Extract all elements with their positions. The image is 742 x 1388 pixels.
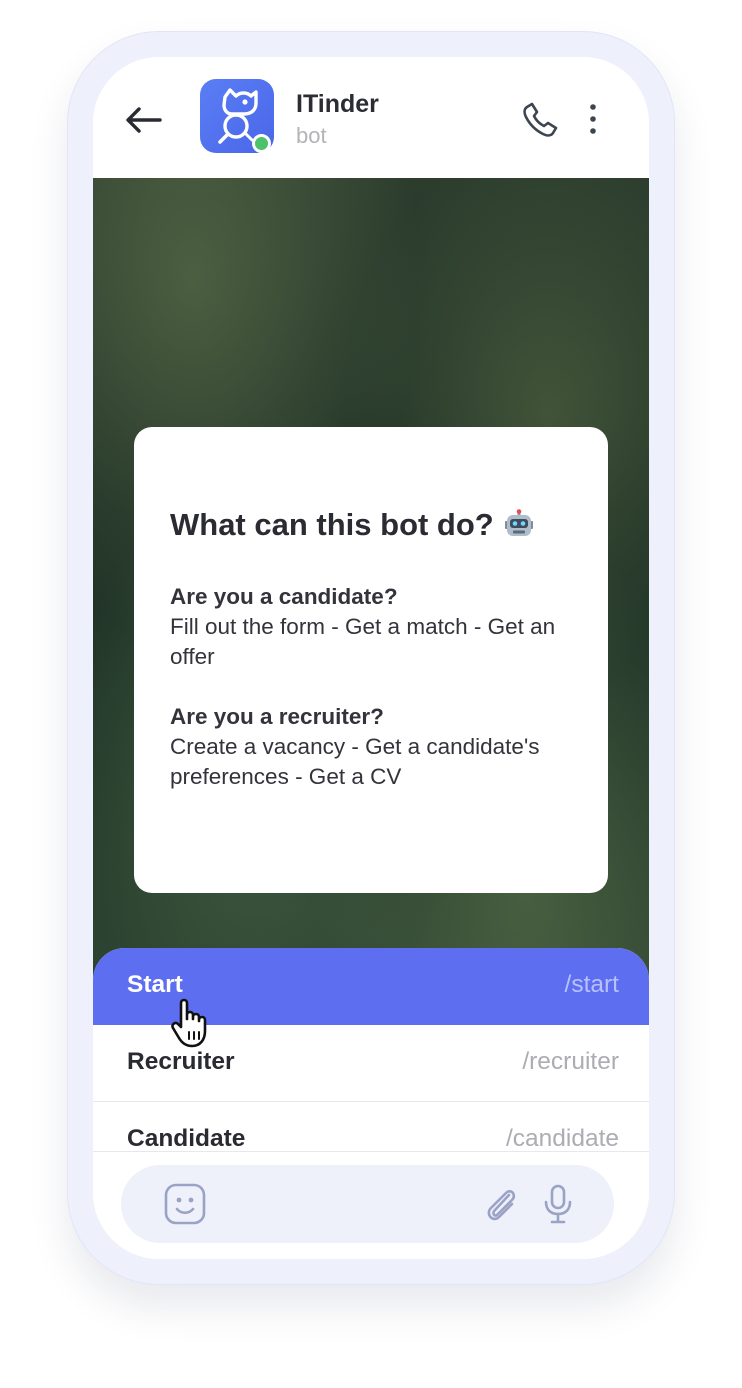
card-title-text: What can this bot do?: [170, 507, 494, 542]
paperclip-icon[interactable]: [481, 1183, 521, 1225]
candidate-heading: Are you a candidate?: [170, 584, 398, 609]
command-label: Recruiter: [127, 1048, 235, 1075]
command-slash: /start: [564, 971, 619, 998]
smiley-icon[interactable]: [163, 1182, 207, 1226]
chat-title: ITinder: [296, 90, 379, 118]
bot-info-card: What can this bot do? Are you a candidat…: [134, 427, 608, 893]
recruiter-text: Create a vacancy - Get a candidate's pre…: [170, 734, 540, 789]
recruiter-heading: Are you a recruiter?: [170, 704, 384, 729]
command-label: Start: [127, 971, 183, 998]
hand-pointer-cursor-icon: [171, 998, 207, 1048]
command-candidate[interactable]: Candidate /candidate: [93, 1102, 649, 1151]
command-slash: /recruiter: [522, 1048, 619, 1075]
more-vertical-icon[interactable]: [580, 101, 606, 137]
message-input-area: [93, 1151, 649, 1259]
command-label: Candidate: [127, 1125, 246, 1151]
online-status-dot: [252, 134, 271, 153]
phone-icon[interactable]: [521, 99, 561, 139]
chat-background-image: What can this bot do? Are you a candidat…: [93, 178, 649, 1013]
microphone-icon[interactable]: [541, 1183, 575, 1225]
chat-subtitle: bot: [296, 123, 327, 148]
message-input[interactable]: [121, 1165, 614, 1243]
command-slash: /candidate: [505, 1125, 619, 1151]
recruiter-section: Are you a recruiter? Create a vacancy - …: [170, 702, 580, 792]
chat-header: ITinder bot: [93, 57, 649, 178]
card-title: What can this bot do?: [170, 507, 534, 543]
bot-commands-menu: Start /start Recruiter /recruiter Candid…: [93, 948, 649, 1151]
candidate-text: Fill out the form - Get a match - Get an…: [170, 614, 556, 669]
phone-screen: ITinder bot What can this bot do? Are yo…: [93, 57, 649, 1259]
robot-emoji-icon: [505, 509, 534, 536]
arrow-left-icon[interactable]: [123, 99, 165, 141]
candidate-section: Are you a candidate? Fill out the form -…: [170, 582, 580, 672]
